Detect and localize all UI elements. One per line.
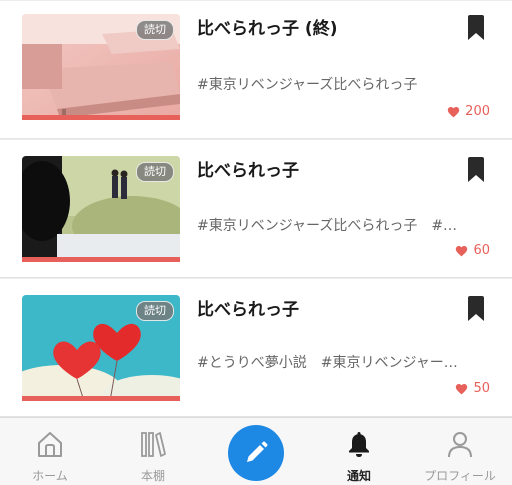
heart-icon [456,383,468,394]
tab-notifications-label: 通知 [346,469,371,483]
bookmark-icon[interactable] [466,157,486,183]
one-shot-badge: 読切 [136,301,174,321]
story-card[interactable]: 読切 比べられっ子 #とうりべ夢小説 #東京リベンジャー… 50 [0,278,512,417]
story-card[interactable]: 読切 比べられっ子 (終) #東京リベンジャーズ比べられっ子 200 [0,0,512,139]
like-count-value: 50 [473,381,490,396]
tab-bookshelf[interactable]: 本棚 [103,418,203,485]
bell-icon [349,432,369,457]
like-count-value: 200 [465,104,490,119]
tab-bookshelf-label: 本棚 [140,469,165,483]
like-count[interactable]: 50 [455,381,490,396]
story-title[interactable]: 比べられっ子 [197,156,299,181]
story-tags[interactable]: #とうりべ夢小説 #東京リベンジャー… [197,352,482,372]
tab-profile[interactable]: プロフィール [410,418,510,485]
one-shot-badge: 読切 [136,162,174,182]
bookmark-icon[interactable] [466,296,486,322]
like-count[interactable]: 60 [455,243,490,258]
thumbnail-accent-bar [22,115,180,120]
bookshelf-icon [141,432,166,457]
tab-home[interactable]: ホーム [0,418,100,485]
write-button[interactable] [228,425,284,481]
story-card[interactable]: 読切 比べられっ子 #東京リベンジャーズ比べられっ子 #… 60 [0,139,512,278]
user-icon [448,432,472,458]
like-count-value: 60 [473,243,490,258]
thumbnail-accent-bar [22,257,180,262]
story-list: 読切 比べられっ子 (終) #東京リベンジャーズ比べられっ子 200 読切 比べ… [0,0,512,417]
heart-icon [447,106,460,117]
tab-notifications[interactable]: 通知 [309,418,409,485]
story-title[interactable]: 比べられっ子 [197,295,299,320]
thumbnail-accent-bar [22,396,180,401]
tab-profile-label: プロフィール [424,469,496,483]
story-thumbnail[interactable]: 読切 [22,295,180,401]
story-tags[interactable]: #東京リベンジャーズ比べられっ子 #… [197,215,482,235]
story-thumbnail[interactable]: 読切 [22,14,180,120]
story-title[interactable]: 比べられっ子 (終) [197,14,337,39]
tab-home-label: ホーム [32,469,68,483]
pencil-icon [247,441,268,462]
story-tags[interactable]: #東京リベンジャーズ比べられっ子 [197,74,482,94]
like-count[interactable]: 200 [447,104,490,119]
bookmark-icon[interactable] [466,15,486,41]
one-shot-badge: 読切 [136,20,174,40]
heart-icon [456,245,468,256]
bottom-tab-bar: ホーム 本棚 通知 プロフィール [0,417,512,485]
home-icon [38,432,62,457]
story-thumbnail[interactable]: 読切 [22,156,180,262]
